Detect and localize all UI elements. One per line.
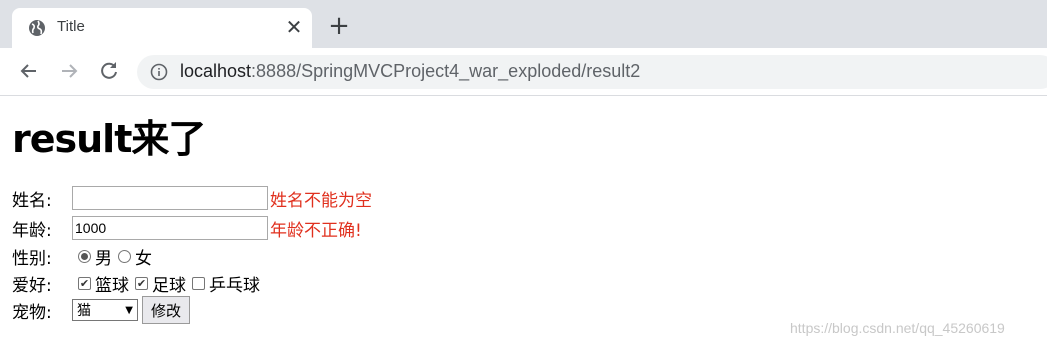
- new-tab-button[interactable]: +: [326, 13, 352, 39]
- hobby-label: 爱好:: [12, 275, 52, 296]
- tab-title: Title: [57, 18, 85, 35]
- browser-tab[interactable]: Title ✕: [12, 8, 312, 48]
- reload-icon[interactable]: [96, 58, 122, 84]
- dropdown-arrow-icon: ▼: [125, 304, 133, 316]
- globe-icon: [29, 20, 45, 36]
- info-icon[interactable]: [150, 63, 168, 81]
- age-row: 年龄: 年龄不正确!: [12, 214, 362, 242]
- watermark: https://blog.csdn.net/qq_45260619: [790, 320, 1005, 336]
- name-row: 姓名: 姓名不能为空: [12, 184, 372, 212]
- age-input[interactable]: [72, 216, 268, 240]
- hobby-pingpong-checkbox[interactable]: [192, 276, 205, 290]
- tab-bar: Title ✕ +: [0, 0, 1047, 48]
- hobby-football-label: 足球: [152, 275, 186, 296]
- browser-toolbar: localhost:8888/SpringMVCProject4_war_exp…: [0, 48, 1047, 96]
- page-title: result来了: [12, 117, 206, 161]
- hobby-row: 爱好: ✔ 篮球 ✔ 足球 乒乓球: [12, 269, 260, 297]
- gender-male-radio[interactable]: [78, 249, 91, 263]
- name-input[interactable]: [72, 186, 268, 210]
- page-content: result来了 姓名: 姓名不能为空 年龄: 年龄不正确! 性别: 男 女 爱…: [0, 96, 1047, 347]
- hobby-basketball-checkbox[interactable]: ✔: [78, 276, 91, 290]
- forward-arrow-icon[interactable]: [56, 58, 82, 84]
- hobby-football-checkbox[interactable]: ✔: [135, 276, 148, 290]
- gender-male-label: 男: [95, 248, 112, 269]
- pet-select[interactable]: 猫 ▼: [72, 299, 138, 321]
- gender-female-label: 女: [135, 248, 152, 269]
- close-tab-icon[interactable]: ✕: [282, 15, 306, 39]
- url-path: :8888/SpringMVCProject4_war_exploded/res…: [251, 61, 641, 81]
- hobby-basketball-label: 篮球: [95, 275, 129, 296]
- back-arrow-icon[interactable]: [16, 58, 42, 84]
- name-error: 姓名不能为空: [270, 190, 372, 211]
- gender-label: 性别:: [12, 248, 52, 269]
- submit-button[interactable]: 修改: [142, 296, 191, 324]
- pet-label: 宠物:: [12, 302, 52, 323]
- gender-row: 性别: 男 女: [12, 242, 152, 270]
- url-host: localhost: [180, 61, 252, 81]
- name-label: 姓名:: [12, 190, 52, 211]
- url-text[interactable]: localhost:8888/SpringMVCProject4_war_exp…: [180, 61, 640, 82]
- age-error: 年龄不正确!: [270, 220, 362, 241]
- pet-row: 宠物: 猫 ▼ 修改: [12, 296, 191, 324]
- age-label: 年龄:: [12, 220, 52, 241]
- pet-selected-value: 猫: [77, 303, 91, 319]
- address-bar[interactable]: localhost:8888/SpringMVCProject4_war_exp…: [137, 55, 1047, 89]
- hobby-pingpong-label: 乒乓球: [209, 275, 260, 296]
- gender-female-radio[interactable]: [118, 249, 131, 263]
